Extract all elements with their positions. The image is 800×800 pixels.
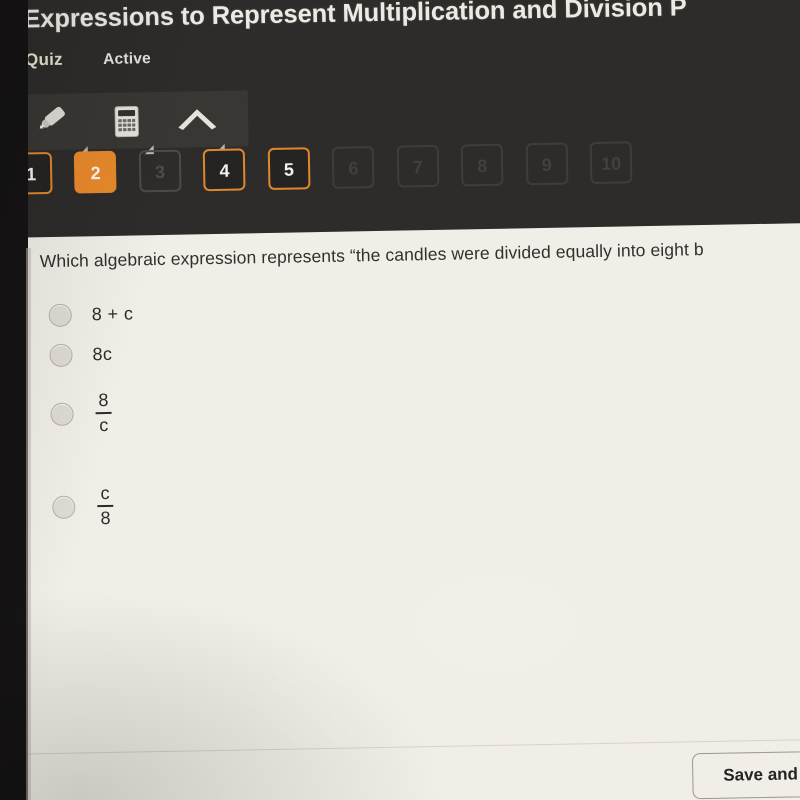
status-badge: Active <box>103 50 152 68</box>
chevron-up-tool-button[interactable] <box>168 97 227 153</box>
question-nav-item-8: 8 <box>460 143 504 187</box>
save-and-continue-button[interactable]: Save and <box>691 749 800 800</box>
answer-option-4-fraction: c 8 <box>97 483 114 528</box>
page-title: Expressions to Represent Multiplication … <box>23 0 687 34</box>
question-nav: 1 2 3 4 5 6 7 8 9 10 <box>9 141 651 201</box>
radio-button-3[interactable] <box>50 402 74 426</box>
answer-option-4-denominator: 8 <box>100 507 111 528</box>
app-header: Expressions to Represent Multiplication … <box>0 0 800 239</box>
fraction-bar <box>97 505 114 507</box>
answer-option-4[interactable]: c 8 <box>52 457 473 549</box>
footer-divider <box>18 738 800 755</box>
answer-option-2-label: 8c <box>92 343 113 364</box>
fraction-bar <box>95 412 112 414</box>
highlighter-tool-button[interactable] <box>31 99 90 156</box>
radio-button-1[interactable] <box>48 303 72 327</box>
tool-palette <box>24 90 249 156</box>
screen-bezel-left <box>0 0 28 800</box>
radio-button-2[interactable] <box>49 343 73 367</box>
question-text: Which algebraic expression represents “t… <box>39 239 704 272</box>
answer-option-1-label: 8 + c <box>91 302 134 324</box>
calculator-tool-button[interactable] <box>97 98 156 155</box>
answer-option-4-numerator: c <box>100 483 110 504</box>
answer-option-3-numerator: 8 <box>98 390 109 411</box>
panel-left-edge <box>26 248 31 800</box>
question-nav-item-10: 10 <box>589 141 633 185</box>
answer-options-list: 8 + c 8c 8 c c 8 <box>48 287 473 549</box>
question-nav-item-9: 9 <box>525 142 569 186</box>
question-nav-item-6: 6 <box>331 146 375 189</box>
quiz-label: Quiz <box>24 49 63 70</box>
radio-button-4[interactable] <box>52 495 76 519</box>
screenshot-root: Expressions to Represent Multiplication … <box>0 0 800 800</box>
question-nav-item-7: 7 <box>396 144 440 188</box>
quiz-app-window: Expressions to Represent Multiplication … <box>0 0 800 800</box>
answer-option-3[interactable]: 8 c <box>50 367 471 453</box>
question-nav-item-5[interactable]: 5 <box>267 147 311 190</box>
question-nav-item-4[interactable]: 4 <box>203 148 246 192</box>
answer-option-3-denominator: c <box>99 414 109 435</box>
question-nav-item-2[interactable]: 2 <box>74 150 117 194</box>
quiz-status-bar: Quiz Active <box>25 48 151 76</box>
question-nav-item-3: 3 <box>138 149 182 193</box>
answer-option-3-fraction: 8 c <box>95 390 112 435</box>
question-panel: Which algebraic expression represents “t… <box>9 222 800 800</box>
